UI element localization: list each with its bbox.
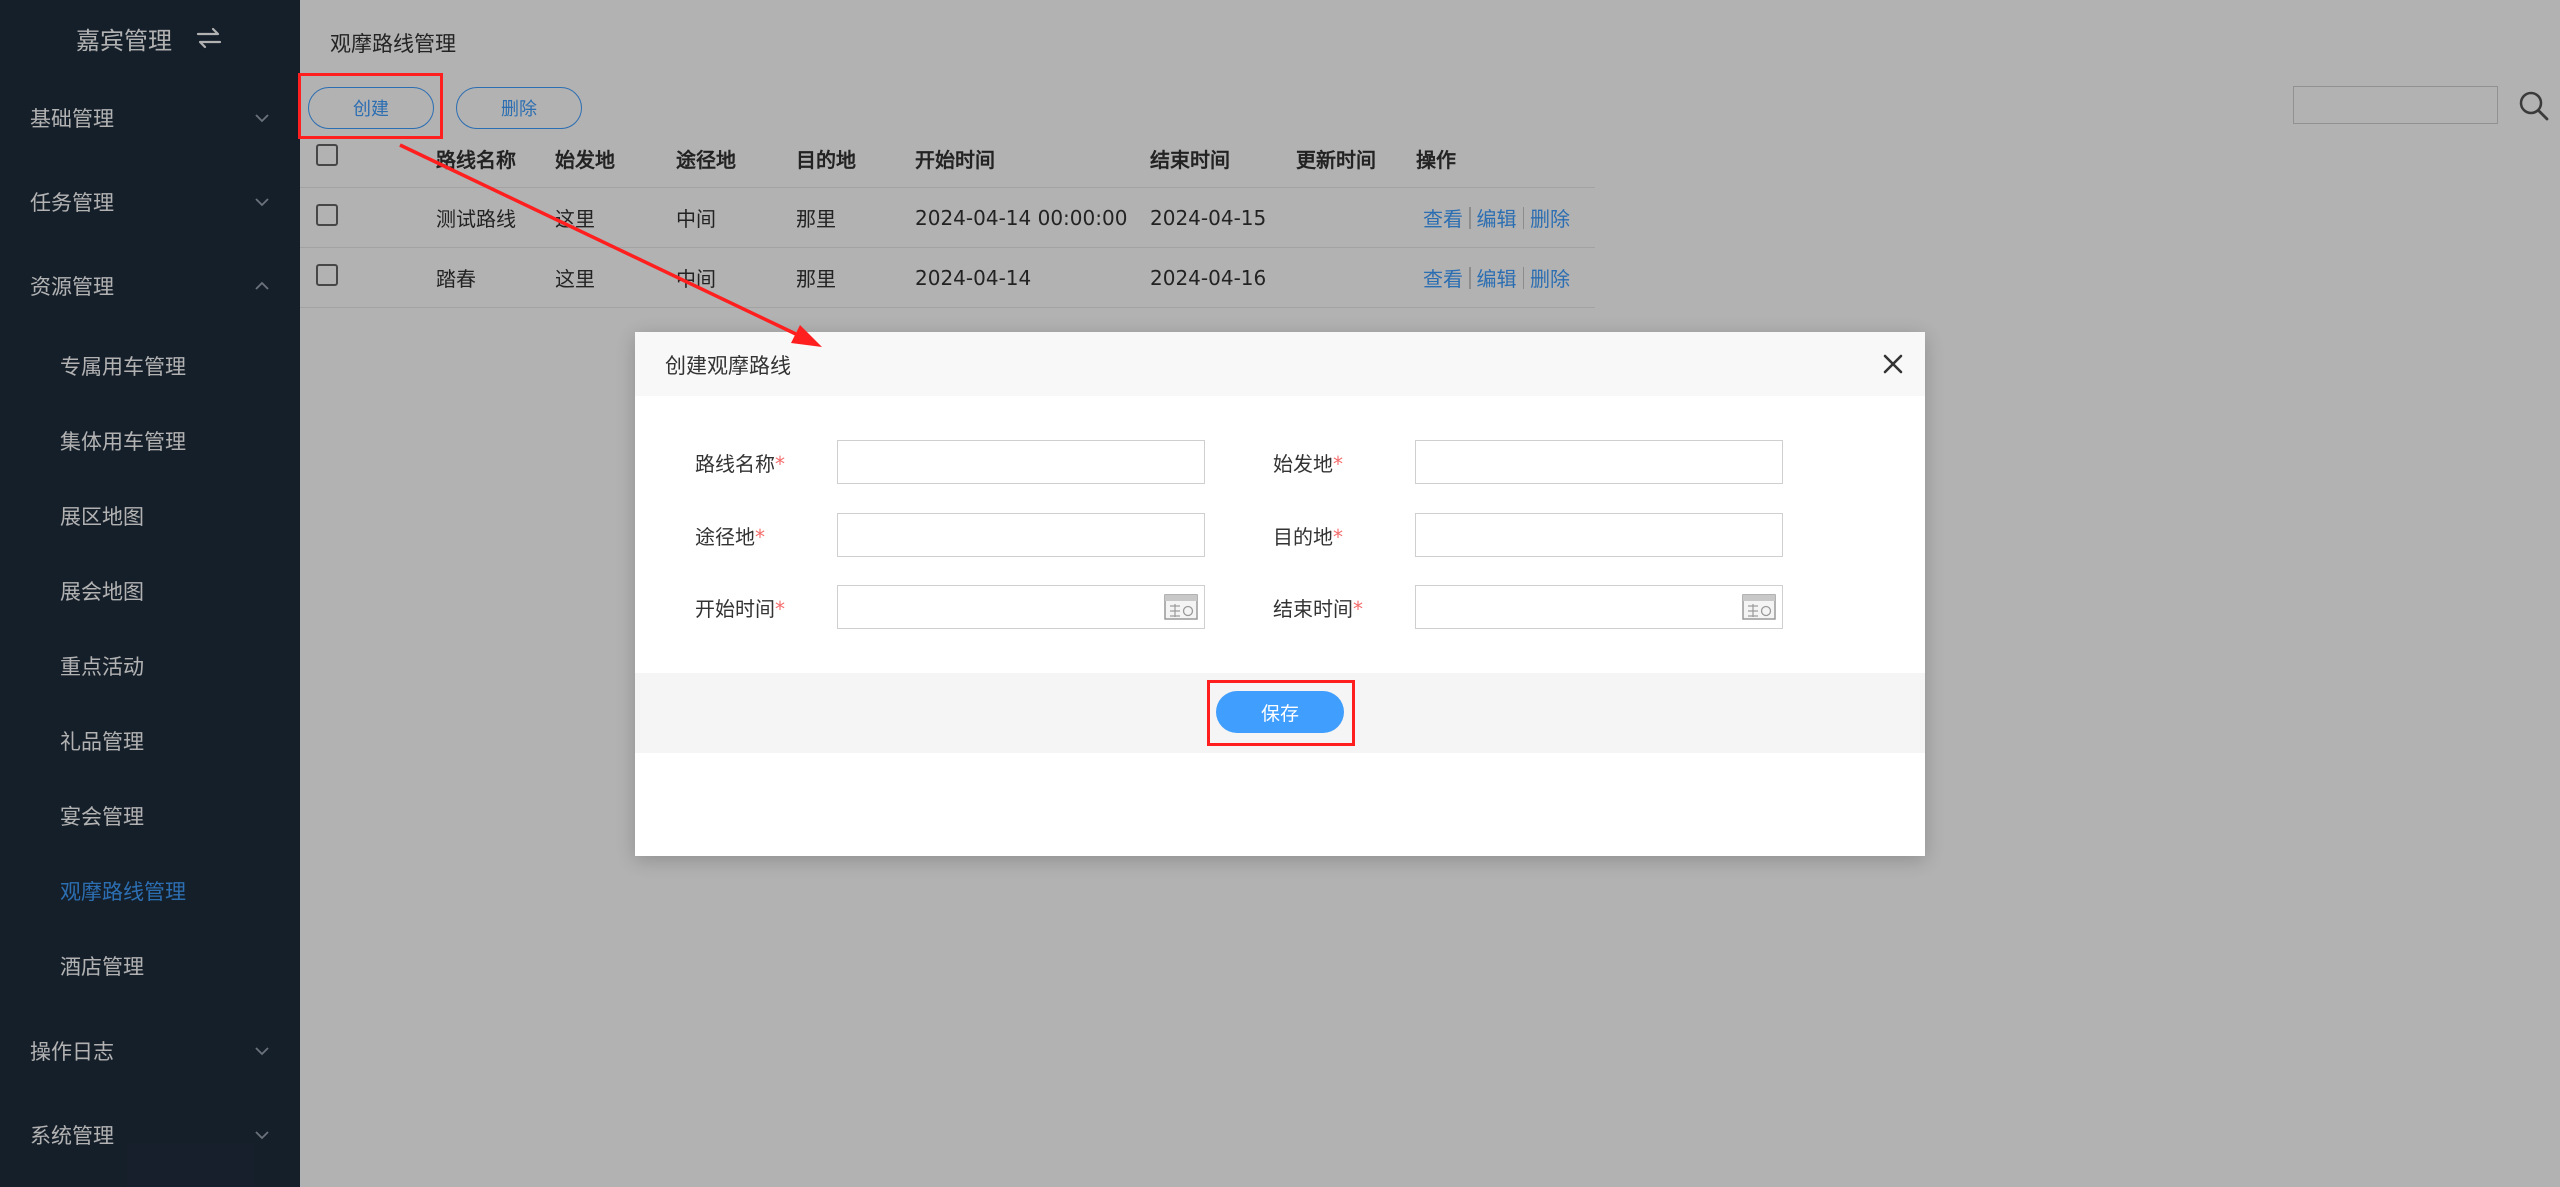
destination-label: 目的地* bbox=[1273, 521, 1343, 550]
required-mark: * bbox=[755, 525, 765, 549]
calendar-icon[interactable] bbox=[1742, 594, 1776, 620]
required-mark: * bbox=[1333, 525, 1343, 549]
start-time-label: 开始时间* bbox=[695, 593, 785, 622]
required-mark: * bbox=[775, 452, 785, 476]
required-mark: * bbox=[1353, 597, 1363, 621]
label-text: 开始时间 bbox=[695, 597, 775, 621]
via-input[interactable] bbox=[837, 513, 1205, 557]
route-name-label: 路线名称* bbox=[695, 448, 785, 477]
required-mark: * bbox=[775, 597, 785, 621]
via-label: 途径地* bbox=[695, 521, 765, 550]
destination-input[interactable] bbox=[1415, 513, 1783, 557]
dialog-title: 创建观摩路线 bbox=[665, 354, 791, 378]
dialog-header: 创建观摩路线 bbox=[635, 332, 1925, 396]
label-text: 结束时间 bbox=[1273, 597, 1353, 621]
annotation-box-save bbox=[1207, 680, 1355, 746]
label-text: 路线名称 bbox=[695, 452, 775, 476]
end-time-picker[interactable] bbox=[1415, 585, 1783, 629]
start-time-picker[interactable] bbox=[837, 585, 1205, 629]
route-name-input[interactable] bbox=[837, 440, 1205, 484]
create-route-dialog: 创建观摩路线 路线名称* 始发地* 途径地* 目的地* 开始时间* 结束时间* bbox=[635, 332, 1925, 856]
end-time-label: 结束时间* bbox=[1273, 593, 1363, 622]
required-mark: * bbox=[1333, 452, 1343, 476]
label-text: 目的地 bbox=[1273, 525, 1333, 549]
calendar-icon[interactable] bbox=[1164, 594, 1198, 620]
label-text: 始发地 bbox=[1273, 452, 1333, 476]
label-text: 途径地 bbox=[695, 525, 755, 549]
origin-input[interactable] bbox=[1415, 440, 1783, 484]
annotation-box-create bbox=[298, 73, 443, 139]
origin-label: 始发地* bbox=[1273, 448, 1343, 477]
close-icon[interactable] bbox=[1881, 352, 1905, 376]
